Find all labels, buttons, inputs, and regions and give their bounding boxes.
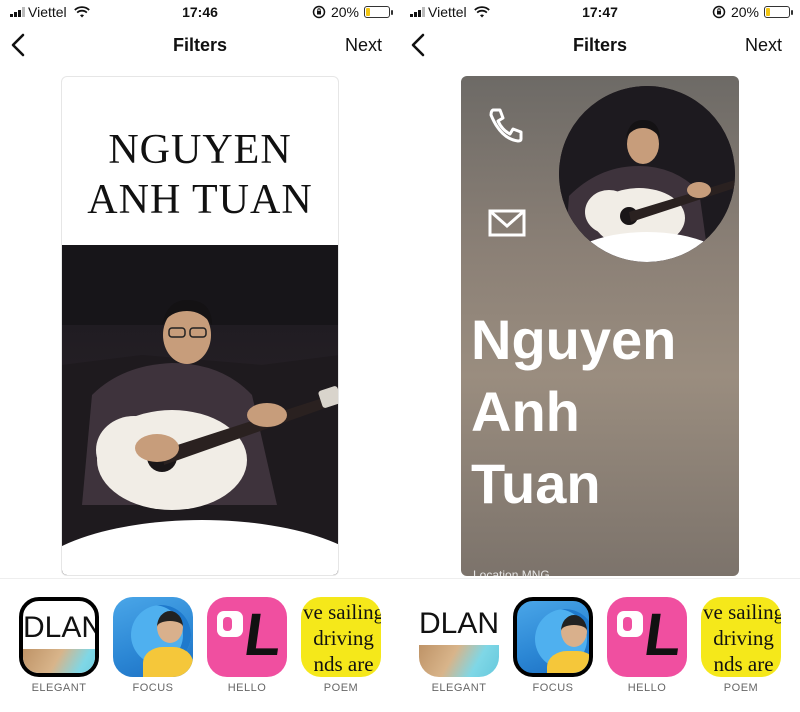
card-name-line-2: ANH TUAN	[87, 177, 313, 223]
page-title: Filters	[172, 35, 228, 55]
filter-label: POEM	[723, 682, 759, 694]
poem-line: nds are	[713, 652, 774, 676]
shirt-shape	[143, 647, 193, 677]
poem-line: nds are	[313, 652, 374, 676]
filter-label: ELEGANT	[31, 682, 87, 694]
filter-thumb-focus	[513, 597, 593, 677]
battery-fill	[366, 8, 371, 16]
battery-icon	[364, 6, 393, 18]
filter-thumb-focus	[113, 597, 193, 677]
filter-thumb-text: L	[640, 601, 687, 668]
filter-hello[interactable]: L HELLO	[604, 597, 690, 694]
preview-card-focus: Nguyen Anh Tuan Location MNG	[461, 76, 739, 576]
hello-box-shape	[217, 611, 243, 637]
filter-focus[interactable]: FOCUS	[510, 597, 596, 694]
filter-elegant[interactable]: DLAN ELEGANT	[16, 597, 102, 694]
card-name-line-1: Nguyen	[471, 308, 677, 371]
mail-icon[interactable]	[487, 206, 527, 240]
card-name-line-3: Tuan	[471, 452, 601, 515]
shirt-shape	[547, 651, 589, 673]
filter-label: ELEGANT	[431, 682, 487, 694]
page-title: Filters	[572, 35, 628, 55]
phone-icon[interactable]	[487, 106, 525, 144]
filter-thumb-text: L	[240, 601, 287, 668]
filter-label: POEM	[323, 682, 359, 694]
filter-label: FOCUS	[532, 682, 574, 694]
rotation-lock-icon	[712, 5, 726, 19]
status-bar: Viettel 17:47 20%	[400, 0, 800, 24]
filter-thumb-poem: ve sailing driving nds are	[701, 597, 781, 677]
filter-label: HELLO	[627, 682, 667, 694]
card-name: NGUYEN ANH TUAN	[62, 125, 338, 225]
filter-thumb-elegant: DLAN	[19, 597, 99, 677]
filter-hello[interactable]: L HELLO	[204, 597, 290, 694]
nav-bar: Filters Next	[400, 28, 800, 62]
battery-percent: 20%	[730, 4, 759, 20]
poem-line: driving	[713, 626, 774, 650]
filter-thumb-text: DLAN	[419, 607, 499, 640]
next-button[interactable]: Next	[345, 35, 382, 56]
filter-label: HELLO	[227, 682, 267, 694]
screen-left: Viettel 17:46 20% Filters Next NGUYEN AN…	[0, 0, 400, 712]
hello-box-shape	[617, 611, 643, 637]
filter-thumb-elegant: DLAN	[419, 597, 499, 677]
poem-line: ve sailing	[303, 600, 381, 624]
poem-lines: ve sailing driving nds are	[703, 599, 781, 677]
nav-bar: Filters Next	[0, 28, 400, 62]
filter-thumb-poem: ve sailing driving nds are	[301, 597, 381, 677]
profile-photo-circle	[559, 86, 735, 262]
screen-right: Viettel 17:47 20% Filters Next Nguyen An…	[400, 0, 800, 712]
filter-poem[interactable]: ve sailing driving nds are POEM	[698, 597, 784, 694]
filter-thumb-hello: L	[607, 597, 687, 677]
next-button[interactable]: Next	[745, 35, 782, 56]
card-name-line-2: Anh	[471, 380, 580, 443]
poem-line: ve sailing	[703, 600, 781, 624]
filter-thumb-stripe	[419, 645, 499, 677]
card-footer-text: Location MNG	[473, 568, 550, 576]
filter-thumb-stripe	[23, 649, 95, 673]
head-shape	[157, 611, 183, 643]
preview-card-elegant: NGUYEN ANH TUAN	[61, 76, 339, 576]
rotation-lock-icon	[312, 5, 326, 19]
filter-bar: DLAN ELEGANT FOCUS L HELLO ve sailing dr…	[0, 578, 400, 712]
filter-focus[interactable]: FOCUS	[110, 597, 196, 694]
profile-photo	[62, 245, 338, 575]
poem-lines: ve sailing driving nds are	[303, 599, 381, 677]
filter-elegant[interactable]: DLAN ELEGANT	[416, 597, 502, 694]
battery-fill	[766, 8, 771, 16]
filter-bar: DLAN ELEGANT FOCUS L HELLO ve sailing dr…	[400, 578, 800, 712]
poem-line: driving	[313, 626, 374, 650]
filter-poem[interactable]: ve sailing driving nds are POEM	[298, 597, 384, 694]
filter-thumb-hello: L	[207, 597, 287, 677]
head-shape	[561, 615, 587, 647]
battery-percent: 20%	[330, 4, 359, 20]
battery-icon	[764, 6, 793, 18]
filter-label: FOCUS	[132, 682, 174, 694]
status-bar: Viettel 17:46 20%	[0, 0, 400, 24]
filter-thumb-text: DLAN	[23, 611, 99, 644]
card-name: Nguyen Anh Tuan	[471, 304, 676, 520]
card-name-line-1: NGUYEN	[108, 127, 292, 173]
